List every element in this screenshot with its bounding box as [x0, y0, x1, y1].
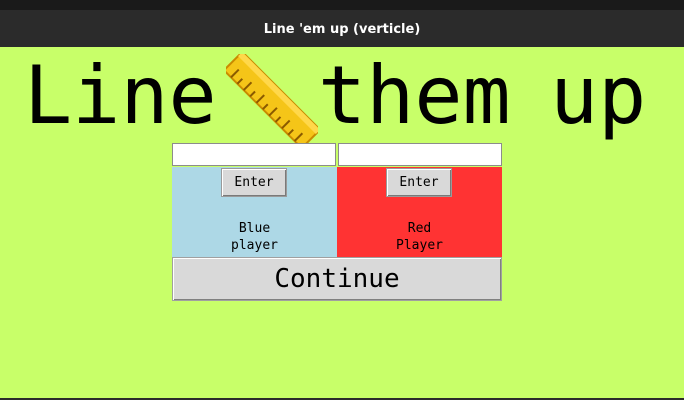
- headline-word-line: Line: [24, 49, 217, 142]
- red-player-panel: Enter Red Player: [337, 167, 502, 257]
- blue-player-label: Blue player: [172, 220, 337, 254]
- headline-word-them: them: [318, 49, 511, 142]
- headline: Line them up: [0, 52, 684, 140]
- headline-word-up: up: [550, 49, 647, 142]
- ruler-icon: [226, 54, 318, 146]
- red-player-label-line1: Red: [407, 221, 432, 236]
- red-player-name-input[interactable]: [338, 143, 502, 166]
- app-window: Line 'em up (verticle) Line them up Ente…: [0, 0, 684, 400]
- red-player-label-line2: Player: [396, 238, 443, 253]
- title-bar: Line 'em up (verticle): [0, 0, 684, 47]
- blue-player-label-line1: Blue: [238, 221, 271, 236]
- continue-button[interactable]: Continue: [172, 257, 502, 301]
- blue-player-label-line2: player: [231, 238, 278, 253]
- red-enter-button[interactable]: Enter: [386, 168, 452, 197]
- blue-player-name-input[interactable]: [172, 143, 336, 166]
- blue-enter-button[interactable]: Enter: [221, 168, 287, 197]
- red-player-label: Red Player: [337, 220, 502, 254]
- window-title: Line 'em up (verticle): [263, 22, 421, 37]
- blue-player-panel: Enter Blue player: [172, 167, 337, 257]
